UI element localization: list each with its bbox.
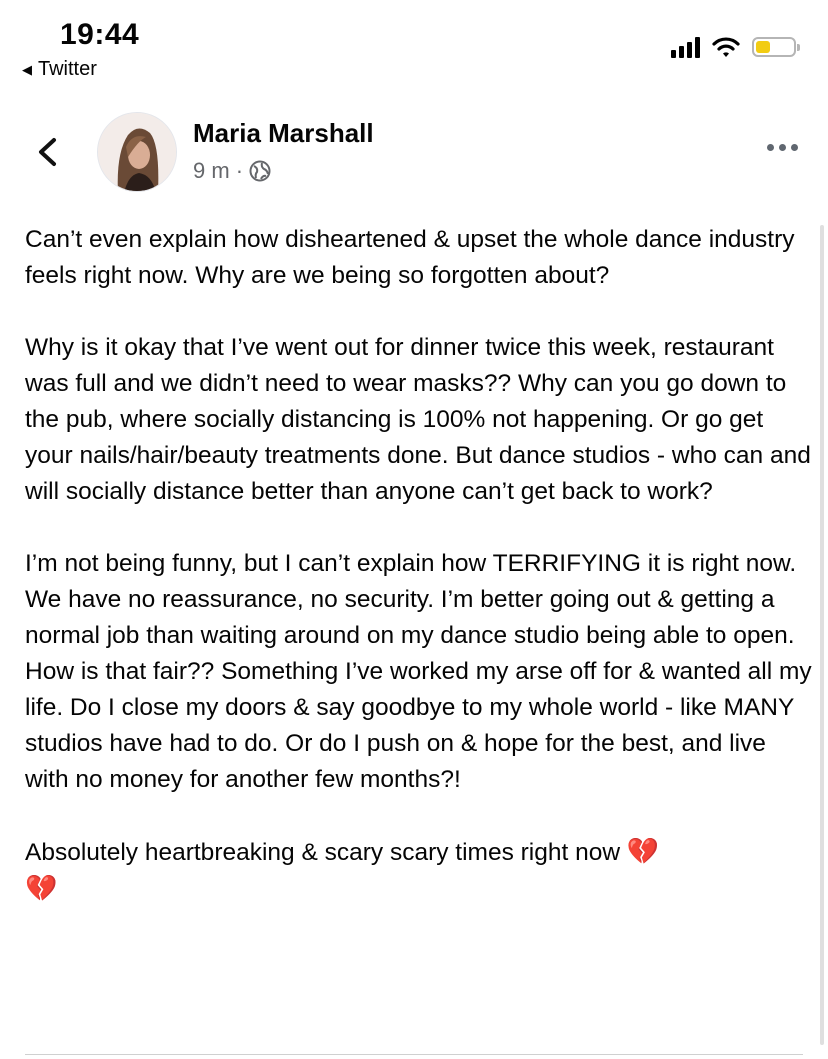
post-meta: 9 m · [193,158,271,184]
back-to-twitter-link[interactable]: ◀ Twitter [22,58,97,81]
signal-icon [671,36,700,58]
status-time: 19:44 [60,18,140,51]
back-chevron-icon[interactable] [30,134,66,170]
post-paragraph-last: Absolutely heartbreaking & scary scary t… [25,834,815,908]
post-paragraph: Can’t even explain how disheartened & up… [25,226,795,289]
status-icons [671,36,800,58]
post-time[interactable]: 9 m [193,158,230,184]
post-paragraph: I’m not being funny, but I can’t explain… [25,550,812,793]
battery-icon [752,37,800,57]
broken-heart-emoji: 💔 [626,837,660,867]
wifi-icon [712,37,740,57]
post-paragraph-text: Absolutely heartbreaking & scary scary t… [25,839,621,866]
author-name[interactable]: Maria Marshall [193,118,374,149]
scrollbar[interactable] [820,225,824,1045]
more-options-icon[interactable] [767,144,798,151]
meta-separator: · [235,158,244,183]
avatar-photo [98,113,176,191]
globe-icon [249,160,271,182]
post-paragraph: Why is it okay that I’ve went out for di… [25,334,811,505]
back-app-label: Twitter [38,58,97,80]
avatar[interactable] [97,112,177,192]
broken-heart-emoji: 💔 [25,874,58,904]
back-triangle-icon: ◀ [22,61,32,77]
battery-level [756,41,770,53]
divider [25,1054,803,1055]
post-text: Can’t even explain how disheartened & up… [25,222,815,908]
